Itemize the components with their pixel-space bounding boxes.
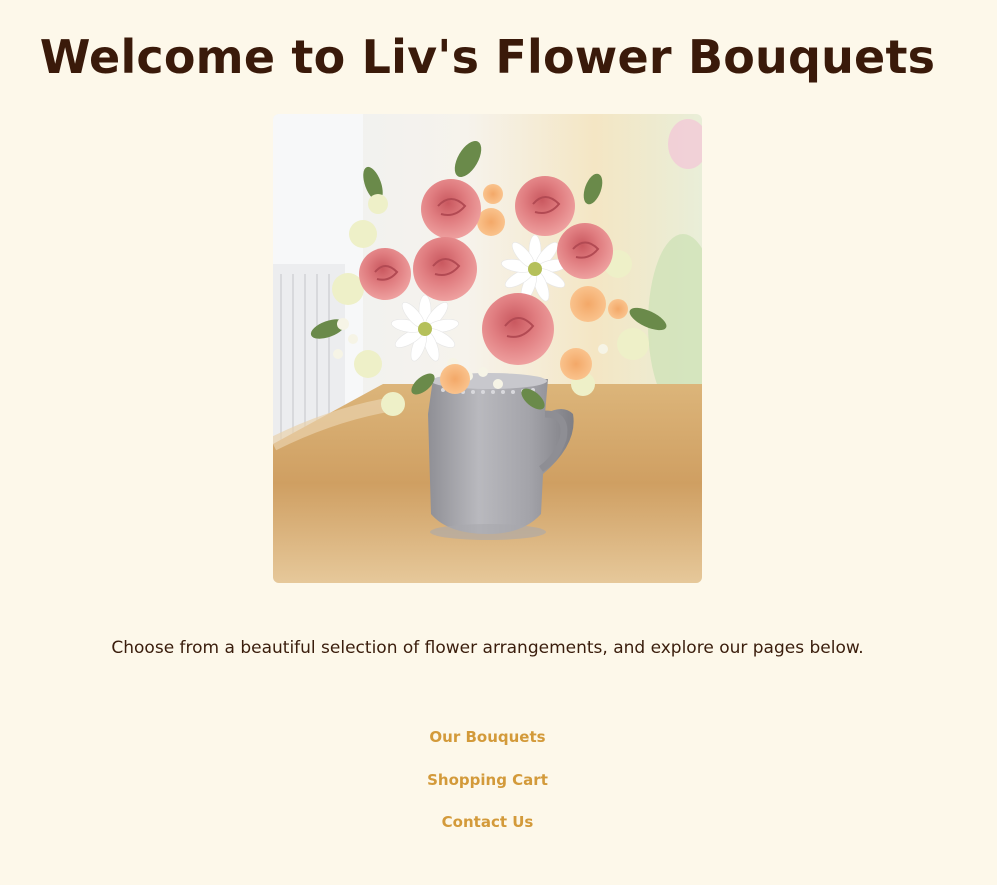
- hero-image: [273, 114, 702, 583]
- flower-bouquet-icon: [273, 114, 702, 583]
- nav-item: Our Bouquets: [0, 724, 975, 767]
- page-title: Welcome to Liv's Flower Bouquets: [39, 30, 936, 84]
- nav-item: Contact Us: [0, 809, 975, 852]
- nav-link-our-bouquets[interactable]: Our Bouquets: [429, 728, 545, 746]
- nav-links: Our Bouquets Shopping Cart Contact Us: [0, 724, 975, 852]
- tagline: Choose from a beautiful selection of flo…: [111, 638, 864, 658]
- page: Welcome to Liv's Flower Bouquets Choose …: [0, 0, 997, 885]
- nav-item: Shopping Cart: [0, 767, 975, 810]
- nav-link-contact-us[interactable]: Contact Us: [442, 813, 534, 831]
- nav-link-shopping-cart[interactable]: Shopping Cart: [427, 771, 548, 789]
